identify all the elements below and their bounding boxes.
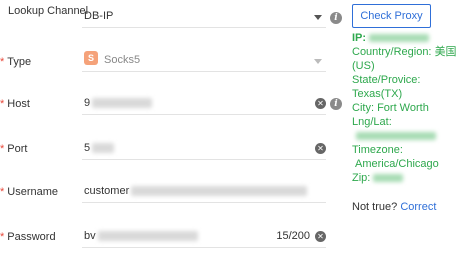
chevron-down-icon[interactable] — [314, 15, 322, 20]
clear-icon[interactable]: ✕ — [315, 98, 326, 109]
host-value-prefix: 9 — [84, 97, 91, 109]
chevron-down-icon[interactable] — [314, 59, 322, 64]
redacted-text — [92, 143, 115, 154]
result-country: Country/Region: 美国 — [352, 45, 461, 59]
result-zip: Zip: — [352, 171, 461, 185]
check-proxy-button[interactable]: Check Proxy — [352, 4, 431, 28]
result-city: City: Fort Worth — [352, 101, 461, 115]
result-state-value: Texas(TX) — [352, 88, 403, 100]
ip-label: IP: — [352, 32, 367, 44]
not-true-text: Not true? — [352, 201, 398, 213]
host-label: * Host — [0, 97, 30, 111]
socks-icon: S — [84, 51, 98, 65]
country-label: Country/Region: — [352, 46, 432, 58]
username-input[interactable]: customer — [82, 181, 326, 203]
correct-link[interactable]: Correct — [400, 201, 436, 213]
required-mark: * — [0, 98, 5, 110]
clear-icon[interactable]: ✕ — [315, 143, 326, 154]
required-mark: * — [0, 56, 5, 68]
result-state-label: State/Provice: — [352, 74, 421, 86]
required-mark: * — [0, 186, 5, 198]
char-counter: 15/200 — [276, 230, 310, 242]
port-input[interactable]: 5 ✕ — [82, 138, 326, 160]
redacted-text — [97, 231, 198, 242]
host-label-text: Host — [7, 98, 30, 110]
required-mark: * — [0, 143, 5, 155]
zip-label: Zip: — [352, 172, 371, 184]
result-timezone-value: America/Chicago — [355, 158, 439, 170]
password-value-prefix: bv — [84, 230, 96, 242]
lookup-channel-select[interactable]: DB-IP — [82, 6, 326, 28]
type-label: * Type — [0, 55, 31, 69]
type-value: Socks5 — [104, 54, 141, 66]
result-ip: IP: — [352, 31, 461, 45]
port-label: * Port — [0, 142, 27, 156]
username-label: * Username — [0, 185, 58, 199]
password-input[interactable]: bv 15/200 ✕ — [82, 226, 326, 248]
username-label-text: Username — [7, 186, 59, 198]
info-icon[interactable]: i — [330, 98, 342, 110]
city-label: City: — [352, 102, 374, 114]
proxy-result-panel: IP: Country/Region: 美国 (US) State/Provic… — [352, 31, 461, 185]
result-country-code: (US) — [352, 60, 375, 72]
redacted-text — [373, 174, 404, 183]
not-true-line: Not true? Correct — [352, 201, 436, 213]
redacted-text — [369, 34, 430, 43]
username-value-prefix: customer — [84, 185, 130, 197]
host-value: 9 — [84, 97, 153, 109]
port-value-prefix: 5 — [84, 142, 91, 154]
city-value: Fort Worth — [377, 102, 429, 114]
port-value: 5 — [84, 142, 115, 154]
redacted-text — [131, 186, 308, 197]
password-label-text: Password — [7, 231, 56, 243]
username-value: customer — [84, 185, 308, 197]
password-label: * Password — [0, 230, 56, 244]
redacted-text — [356, 132, 436, 141]
info-icon[interactable]: i — [330, 12, 342, 24]
redacted-text — [92, 98, 153, 109]
type-label-text: Type — [7, 56, 32, 68]
type-select[interactable]: S Socks5 — [82, 50, 326, 72]
host-input[interactable]: 9 ✕ — [82, 93, 326, 115]
password-value: bv — [84, 230, 198, 242]
port-label-text: Port — [7, 143, 28, 155]
clear-icon[interactable]: ✕ — [315, 231, 326, 242]
required-mark: * — [0, 231, 5, 243]
country-name: 美国 — [434, 46, 457, 58]
result-timezone-label: Timezone: — [352, 144, 403, 156]
result-lnglat-value — [352, 129, 461, 143]
result-lnglat: Lng/Lat: — [352, 116, 392, 128]
lookup-channel-value: DB-IP — [84, 10, 114, 22]
lookup-channel-label: Lookup Channel — [8, 5, 89, 17]
